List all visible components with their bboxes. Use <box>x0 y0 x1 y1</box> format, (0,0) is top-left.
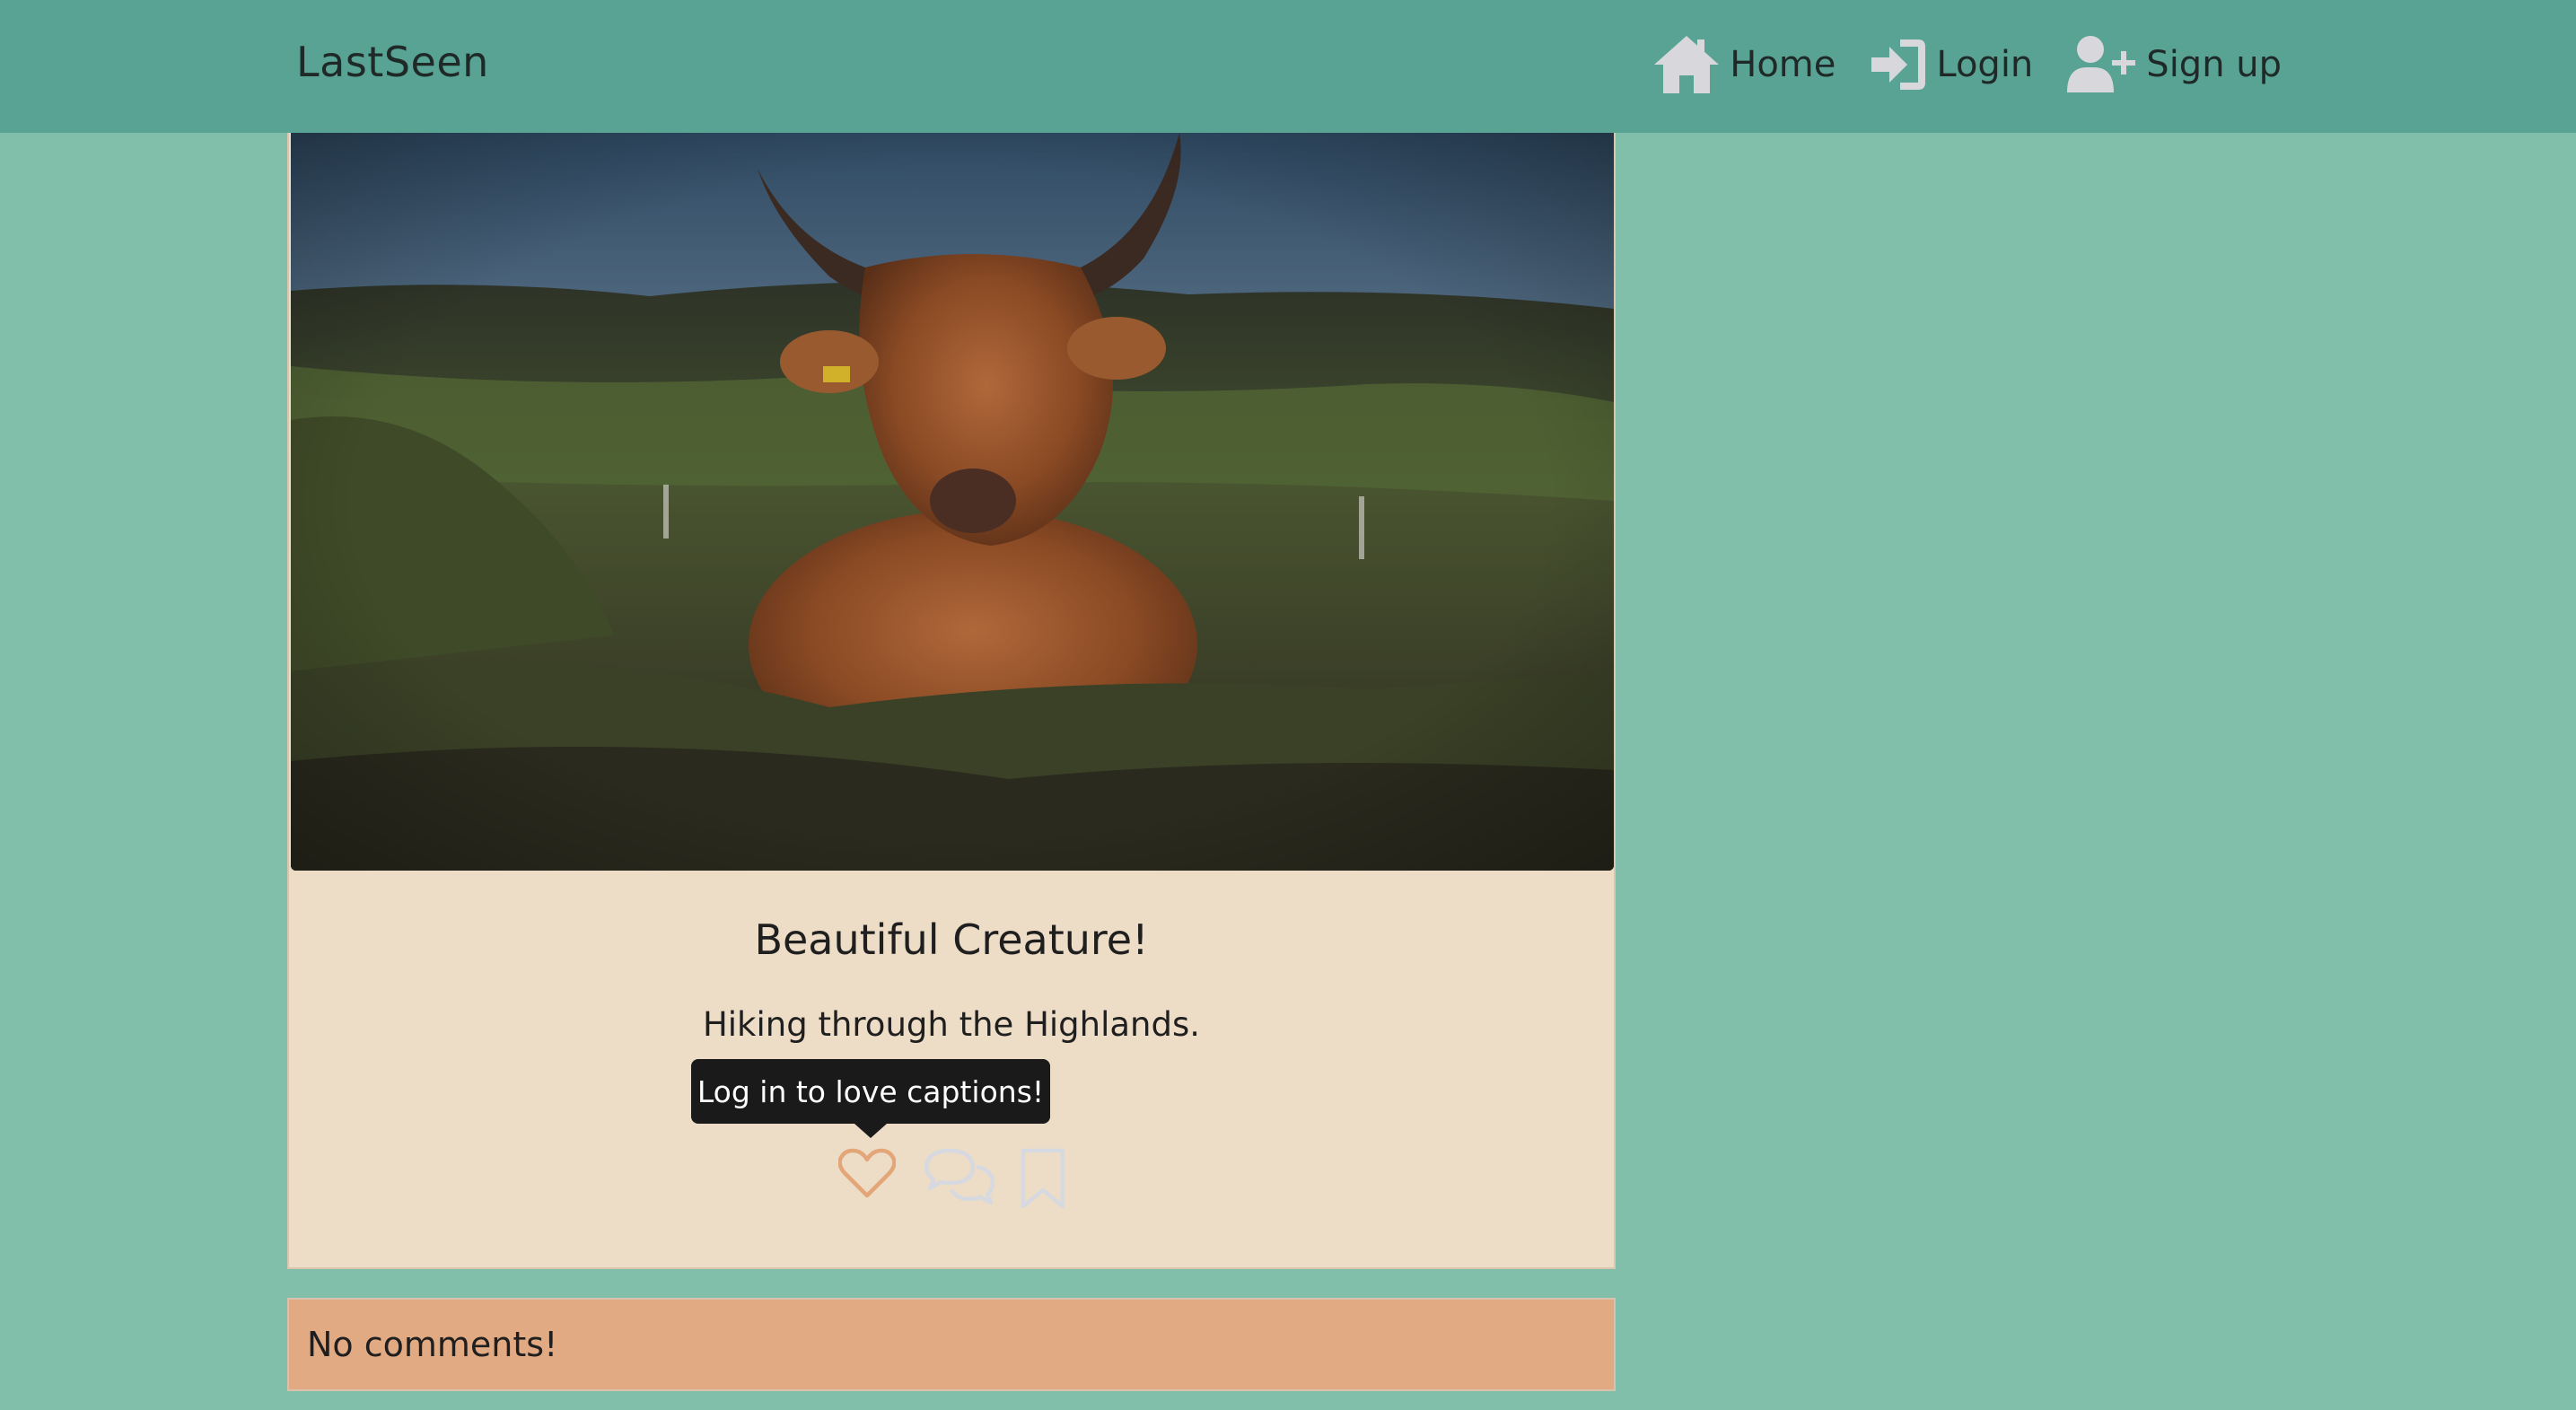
post-image[interactable] <box>291 133 1614 871</box>
nav-login-label: Login <box>1936 44 2034 85</box>
post-caption: Hiking through the Highlands. <box>702 1005 1201 1044</box>
nav-home-link[interactable]: Home <box>1652 34 1836 95</box>
comments-icon[interactable] <box>923 1147 996 1210</box>
post-title: Beautiful Creature! <box>754 915 1149 964</box>
post-card: Beautiful Creature! Hiking through the H… <box>287 133 1616 1269</box>
nav-signup-label: Sign up <box>2146 44 2282 85</box>
post-actions <box>289 1147 1614 1219</box>
nav-login-link[interactable]: Login <box>1868 36 2033 93</box>
heart-icon[interactable] <box>838 1147 896 1201</box>
tooltip-text: Log in to love captions! <box>697 1073 1045 1109</box>
bookmark-icon[interactable] <box>1020 1147 1066 1210</box>
login-tooltip: Log in to love captions! <box>691 1059 1050 1138</box>
home-icon <box>1654 36 1720 93</box>
brand-logo[interactable]: LastSeen <box>296 38 489 86</box>
comments-section: No comments! <box>287 1298 1616 1391</box>
no-comments-text: No comments! <box>307 1325 558 1364</box>
highland-cow-photo <box>291 133 1614 871</box>
tooltip-arrow <box>854 1124 887 1138</box>
user-plus-icon <box>2067 36 2136 92</box>
nav-home-label: Home <box>1730 44 1836 85</box>
nav-signup-link[interactable]: Sign up <box>2065 35 2282 94</box>
login-icon <box>1871 39 1926 90</box>
navbar: LastSeen Home Login Sign up <box>0 0 2576 133</box>
nav-links: Home Login Sign up <box>1652 31 2282 99</box>
